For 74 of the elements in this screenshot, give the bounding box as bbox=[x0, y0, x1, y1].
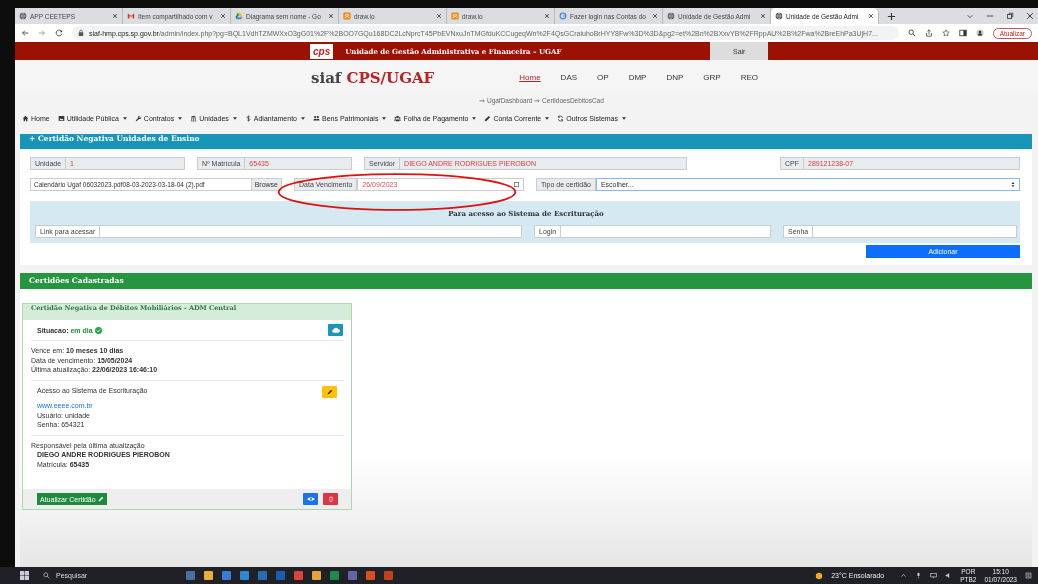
profile-icon[interactable] bbox=[975, 29, 984, 37]
close-icon[interactable] bbox=[652, 13, 658, 19]
chevron-up-icon[interactable] bbox=[900, 572, 908, 579]
close-icon[interactable] bbox=[1026, 12, 1034, 20]
caret-icon bbox=[472, 116, 477, 120]
view-button[interactable] bbox=[303, 493, 318, 505]
menu-icon bbox=[557, 114, 565, 122]
caret-icon bbox=[622, 116, 626, 120]
close-icon[interactable] bbox=[868, 13, 874, 19]
share-icon[interactable] bbox=[924, 29, 933, 37]
nav-link[interactable]: REO bbox=[740, 73, 758, 82]
menu-icon bbox=[394, 114, 402, 122]
edit-button[interactable] bbox=[322, 385, 337, 398]
pencil-icon bbox=[326, 388, 333, 395]
sun-icon bbox=[815, 571, 824, 580]
favicon-icon bbox=[19, 12, 27, 20]
check-circle-icon bbox=[94, 326, 102, 334]
brand-title: siaf CPS/UGAF bbox=[311, 68, 435, 87]
caret-icon bbox=[178, 116, 183, 120]
star-icon[interactable] bbox=[941, 29, 950, 37]
input-field[interactable] bbox=[813, 225, 1017, 238]
favicon-icon bbox=[235, 12, 243, 20]
favicon-icon bbox=[451, 12, 459, 20]
chevron-down-icon[interactable] bbox=[966, 12, 974, 20]
nav-link[interactable]: OP bbox=[597, 73, 609, 82]
close-icon[interactable] bbox=[544, 13, 550, 19]
pencil-icon bbox=[97, 496, 104, 502]
caret-icon bbox=[301, 116, 305, 120]
close-icon[interactable] bbox=[760, 13, 766, 19]
input-field[interactable] bbox=[100, 225, 522, 238]
menu-icon bbox=[57, 114, 65, 122]
favicon-icon bbox=[775, 12, 783, 20]
nav-link[interactable]: GRP bbox=[703, 73, 721, 82]
menu-icon bbox=[22, 114, 29, 122]
zoom-icon[interactable] bbox=[907, 29, 916, 37]
network-icon[interactable] bbox=[930, 572, 938, 579]
nav-link[interactable]: DAS bbox=[560, 73, 578, 82]
menu-icon bbox=[484, 114, 492, 122]
caret-icon bbox=[122, 116, 127, 120]
delete-button[interactable] bbox=[323, 493, 338, 505]
restore-icon[interactable] bbox=[1006, 12, 1014, 20]
caret-icon bbox=[382, 116, 387, 120]
nav-link[interactable]: DNP bbox=[666, 73, 684, 82]
nav-link[interactable]: Home bbox=[519, 73, 541, 82]
menu-icon bbox=[134, 114, 142, 122]
caret-icon bbox=[232, 116, 237, 120]
logo: cps bbox=[310, 43, 334, 59]
sort-arrows-icon bbox=[1011, 182, 1015, 187]
cloud-icon bbox=[331, 327, 340, 333]
input-field[interactable] bbox=[561, 225, 771, 238]
lock-icon bbox=[78, 29, 84, 37]
side-panel-icon[interactable] bbox=[958, 29, 967, 37]
back-arrow-icon[interactable] bbox=[21, 29, 29, 37]
menu-icon bbox=[244, 114, 252, 122]
nav-link[interactable]: DMP bbox=[628, 73, 647, 82]
search-icon bbox=[43, 572, 50, 579]
reload-icon[interactable] bbox=[55, 29, 63, 37]
caret-icon bbox=[545, 116, 550, 120]
close-icon[interactable] bbox=[220, 13, 226, 19]
close-icon[interactable] bbox=[112, 13, 118, 19]
menu-icon bbox=[190, 114, 198, 122]
new-tab-icon[interactable] bbox=[887, 11, 896, 21]
eye-icon bbox=[306, 496, 315, 502]
close-icon[interactable] bbox=[436, 13, 442, 19]
favicon-icon bbox=[127, 12, 135, 20]
favicon-icon bbox=[667, 12, 675, 20]
favicon-icon bbox=[559, 12, 567, 20]
close-icon[interactable] bbox=[328, 13, 334, 19]
windows-start-icon[interactable] bbox=[20, 571, 29, 580]
trash-icon bbox=[326, 496, 335, 502]
favicon-icon bbox=[343, 12, 351, 20]
notification-icon[interactable] bbox=[1025, 572, 1032, 579]
menu-icon bbox=[313, 114, 320, 122]
upload-button[interactable] bbox=[328, 324, 343, 336]
